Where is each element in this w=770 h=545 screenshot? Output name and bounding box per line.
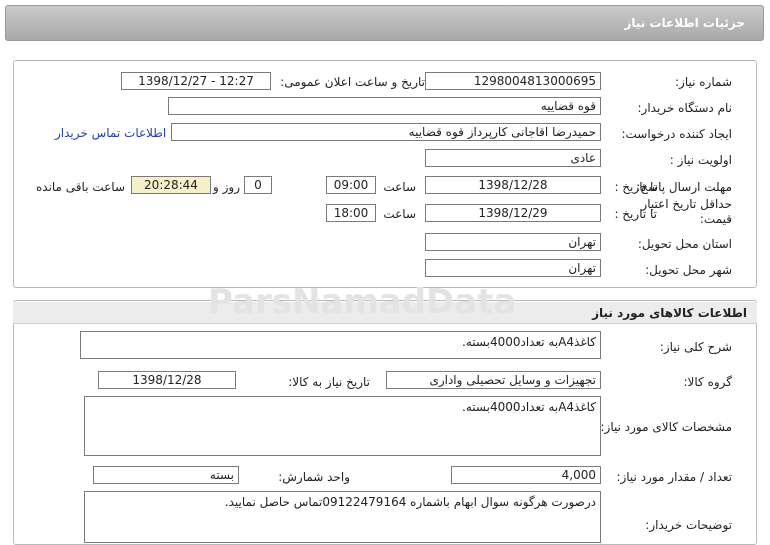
- need-date-label: تاریخ نیاز به کالا:: [288, 375, 370, 389]
- qty-label: تعداد / مقدار مورد نیاز:: [616, 470, 732, 484]
- unit-field: بسته: [93, 466, 239, 484]
- group-field: تجهیزات و وسایل تحصیلی واداری: [386, 371, 601, 389]
- page-title: جزئیات اطلاعات نیاز: [624, 16, 745, 30]
- reply-date-field: 1398/12/28: [425, 176, 601, 194]
- remaining-time-field: 20:28:44: [131, 176, 211, 194]
- general-desc-field: کاغذA4به تعداد4000بسته.: [80, 331, 601, 359]
- group-label: گروه کالا:: [683, 375, 733, 389]
- title-bar: جزئیات اطلاعات نیاز: [5, 5, 764, 41]
- buyer-org-label: نام دستگاه خریدار:: [637, 101, 733, 115]
- buyer-notes-label: توضیحات خریدار:: [645, 518, 732, 532]
- province-label: استان محل تحویل:: [637, 237, 732, 251]
- specs-field: کاغذA4به تعداد4000بسته.: [84, 396, 601, 456]
- buyer-org-field: قوه قضاییه: [168, 97, 601, 115]
- announce-label: تاریخ و ساعت اعلان عمومی:: [280, 75, 425, 89]
- remaining-label: ساعت باقی مانده: [35, 180, 125, 194]
- need-date-field: 1398/12/28: [98, 371, 236, 389]
- goods-section-title: اطلاعات کالاهای مورد نیاز: [592, 306, 747, 320]
- priority-field: عادی: [425, 149, 601, 167]
- specs-label: مشخصات کالای مورد نیاز:: [600, 420, 732, 434]
- price-until-label: تا تاریخ :: [614, 207, 657, 221]
- need-number-label: شماره نیاز:: [675, 75, 732, 89]
- price-time-field: 18:00: [326, 204, 376, 222]
- reply-until-label: تا تاریخ :: [614, 180, 657, 194]
- province-field: تهران: [425, 233, 601, 251]
- announce-field: 1398/12/27 - 12:27: [121, 72, 271, 90]
- requester-field: حمیدرضا اقاجانی کارپرداز قوه قضاییه: [171, 123, 601, 141]
- general-desc-label: شرح کلی نیاز:: [659, 340, 732, 354]
- unit-label: واحد شمارش:: [278, 470, 350, 484]
- buyer-notes-field: درصورت هرگونه سوال ابهام باشماره 0912247…: [84, 491, 601, 543]
- need-info-panel: [13, 60, 757, 288]
- city-label: شهر محل تحویل:: [645, 263, 732, 277]
- priority-label: اولویت نیاز :: [669, 153, 732, 167]
- requester-label: ایجاد کننده درخواست:: [621, 127, 732, 141]
- days-label: روز و: [213, 180, 240, 194]
- city-field: تهران: [425, 259, 601, 277]
- contact-buyer-link[interactable]: اطلاعات تماس خریدار: [55, 126, 166, 140]
- qty-field: 4,000: [451, 466, 601, 484]
- price-date-field: 1398/12/29: [425, 204, 601, 222]
- goods-section-header: اطلاعات کالاهای مورد نیاز: [13, 302, 757, 324]
- need-number-field: 1298004813000695: [425, 72, 601, 90]
- price-time-label: ساعت: [383, 207, 416, 221]
- reply-time-label: ساعت: [383, 180, 416, 194]
- reply-time-field: 09:00: [326, 176, 376, 194]
- days-field: 0: [244, 176, 272, 194]
